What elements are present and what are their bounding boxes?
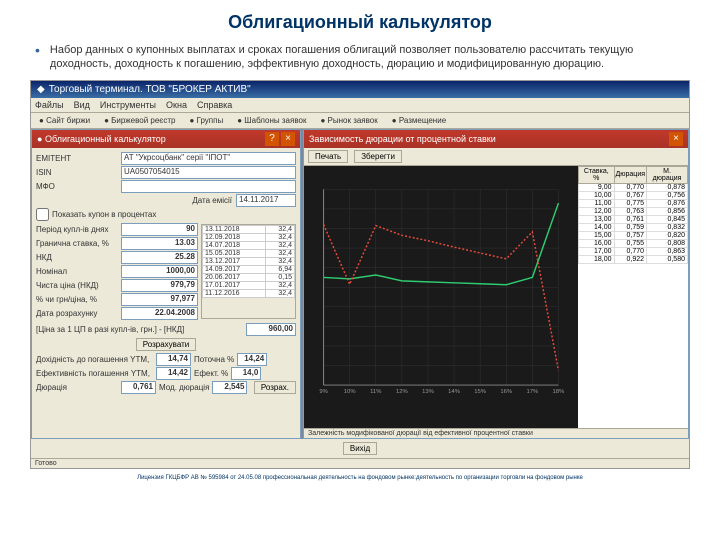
date-input[interactable]: 14.11.2017 [236,194,296,207]
svg-text:15%: 15% [474,388,486,394]
slide-footer: Лицензия ГКЦБФР АВ № 595984 от 24.05.08 … [15,475,705,481]
page-title: Облигационный калькулятор [15,12,705,33]
tool-place[interactable]: ● Размещение [388,115,450,126]
bullet-dot-icon: • [35,43,40,72]
bullet-row: • Набор данных о купонных выплатах и сро… [15,43,705,80]
chart-close-icon[interactable]: × [669,132,683,146]
svg-text:14%: 14% [448,388,460,394]
app-titlebar: ◆ Торговый терминал. ТОВ "БРОКЕР АКТИВ" [31,81,689,98]
chart-statusbar: Залежність модифікованої дюрації від ефе… [304,428,688,438]
chart-plot[interactable]: 9% 10% 11% 12% 13% 14% 15% 16% 17% 18% [304,166,578,428]
clean-input[interactable]: 979,79 [121,279,198,292]
mfo-input[interactable] [121,180,296,193]
menu-file[interactable]: Файлы [35,100,64,110]
menu-tools[interactable]: Инструменты [100,100,156,110]
svg-text:16%: 16% [500,388,512,394]
menubar: Файлы Вид Инструменты Окна Справка [31,98,689,113]
tool-market[interactable]: ● Рынок заявок [316,115,381,126]
bullet-text: Набор данных о купонных выплатах и срока… [50,43,685,72]
calc-panel-head: ● Облигационный калькулятор ? × [32,130,300,148]
period-input[interactable]: 90 [121,223,198,236]
svg-text:9%: 9% [319,388,327,394]
emitter-input[interactable]: АТ "Укрсоцбанк" серії "ІПОТ" [121,152,296,165]
app-icon: ◆ [37,84,45,95]
exit-button[interactable]: Вихід [343,442,377,455]
close-icon[interactable]: × [281,132,295,146]
menu-windows[interactable]: Окна [166,100,187,110]
svg-text:13%: 13% [422,388,434,394]
tool-templates[interactable]: ● Шаблоны заявок [233,115,310,126]
dirty-input[interactable]: 97,977 [121,293,198,306]
chart-panel-head: Зависимость дюрации от процентной ставки… [304,130,688,148]
nkd-input[interactable]: 25.28 [121,251,198,264]
help-icon[interactable]: ? [265,132,279,146]
app-statusbar: Готово [31,458,689,468]
rate-input[interactable]: 13.03 [121,237,198,250]
nominal-input[interactable]: 1000,00 [121,265,198,278]
svg-text:10%: 10% [344,388,356,394]
menu-help[interactable]: Справка [197,100,232,110]
svg-text:18%: 18% [553,388,565,394]
svg-text:11%: 11% [370,388,381,394]
app-title-text: Торговый терминал. ТОВ "БРОКЕР АКТИВ" [49,84,251,95]
isin-input[interactable]: UA0507054015 [121,166,296,179]
menu-view[interactable]: Вид [74,100,90,110]
app-screenshot: ◆ Торговый терминал. ТОВ "БРОКЕР АКТИВ" … [30,80,690,469]
calculate-button[interactable]: Розрахувати [136,338,196,351]
calc-small-button[interactable]: Розрах. [254,381,296,394]
show-percent-checkbox[interactable] [36,208,49,221]
tool-groups[interactable]: ● Группы [186,115,228,126]
svg-text:17%: 17% [526,388,538,394]
toolbar: ● Сайт биржи ● Биржевой реєстр ● Группы … [31,113,689,129]
print-button[interactable]: Печать [308,150,348,163]
export-button[interactable]: Зберегти [354,150,402,163]
chart-data-table[interactable]: Ставка, % Дюрация М. дюрация 9,000,7700,… [578,166,688,428]
tool-site[interactable]: ● Сайт биржи [35,115,94,126]
formula-value: 960,00 [246,323,296,336]
coupon-table[interactable]: 13.11.201832,412.09.201832,414.07.201832… [201,224,296,319]
tool-registry[interactable]: ● Биржевой реєстр [100,115,179,126]
svg-text:12%: 12% [396,388,408,394]
chart-panel: Зависимость дюрации от процентной ставки… [303,129,689,439]
calc-date-input[interactable]: 22.04.2008 [121,307,198,320]
calc-panel: ● Облигационный калькулятор ? × ЕМІТЕНТА… [31,129,301,439]
